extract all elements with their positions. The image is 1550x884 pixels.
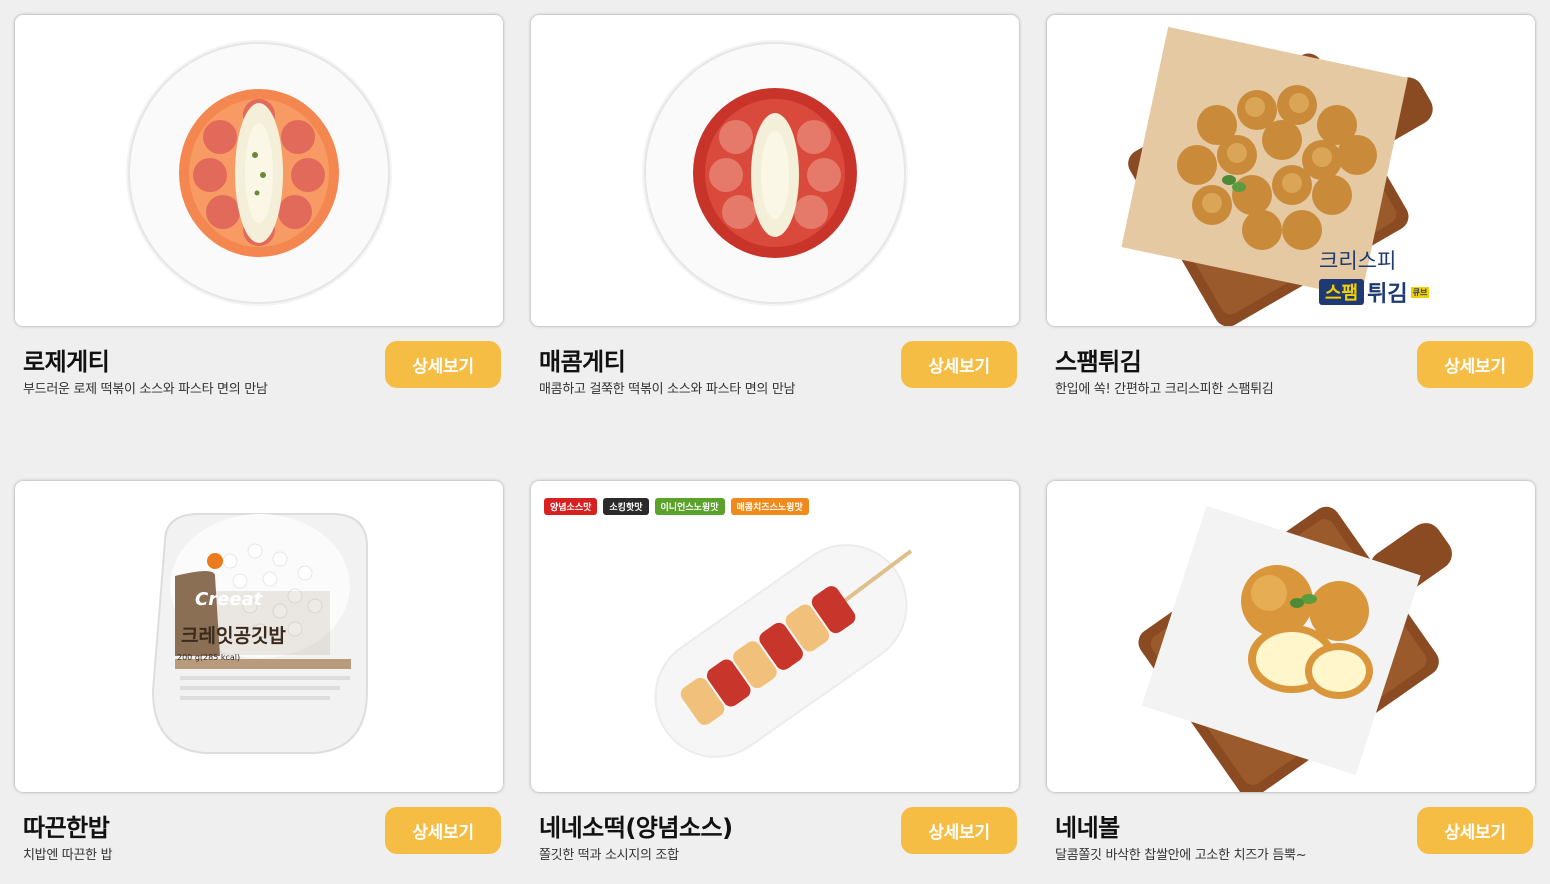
rice-package-weight: 200 g(285 kcal) [177,653,241,662]
details-button[interactable]: 상세보기 [901,807,1017,854]
flavor-tags: 양념소스맛 소킹핫맛 이니언스노윙맛 매콤치즈스노윙맛 [544,498,809,515]
product-description: 한입에 쏙! 간편하고 크리스피한 스팸튀김 [1055,382,1274,397]
product-card-warm-rice: Creeat 크레잇공깃밥 200 g(285 kcal) 따끈한밥 치밥엔 따… [15,481,503,866]
product-image-rose-getti[interactable] [15,15,503,326]
spam-fries-brand-logo: 크리스피 스팸 튀김 큐브 [1319,249,1430,307]
product-name: 로제게티 [23,348,110,376]
details-button[interactable]: 상세보기 [1417,807,1533,854]
product-card-nene-sotteok: 양념소스맛 소킹핫맛 이니언스노윙맛 매콤치즈스노윙맛 네네소떡(양념소스) 쫄… [531,481,1019,866]
product-card-nene-ball: 네네볼 달콤쫄깃 바삭한 찹쌀안에 고소한 치즈가 듬뿍~ 상세보기 [1047,481,1535,866]
product-grid: 로제게티 부드러운 로제 떡볶이 소스와 파스타 면의 만남 상세보기 매콤게티… [0,0,1550,884]
product-name: 네네소떡(양념소스) [539,814,733,842]
product-name: 네네볼 [1055,814,1120,842]
product-image-nene-ball[interactable] [1047,481,1535,792]
product-description: 달콤쫄깃 바삭한 찹쌀안에 고소한 치즈가 듬뿍~ [1055,848,1307,863]
details-button[interactable]: 상세보기 [901,341,1017,388]
product-image-nene-sotteok[interactable]: 양념소스맛 소킹핫맛 이니언스노윙맛 매콤치즈스노윙맛 [531,481,1019,792]
flavor-tag: 양념소스맛 [544,498,598,515]
details-button[interactable]: 상세보기 [1417,341,1533,388]
product-card-spam-fries: 크리스피 스팸 튀김 큐브 스팸튀김 한입에 쏙! 간편하고 크리스피한 스팸튀… [1047,15,1535,400]
product-card-maekom-getti: 매콤게티 매콤하고 걸쭉한 떡볶이 소스와 파스타 면의 만남 상세보기 [531,15,1019,400]
product-image-spam-fries[interactable]: 크리스피 스팸 튀김 큐브 [1047,15,1535,326]
flavor-tag: 소킹핫맛 [603,498,649,515]
rice-package-name: 크레잇공깃밥 [181,625,286,647]
flavor-tag: 이니언스노윙맛 [654,498,725,515]
product-image-maekom-getti[interactable] [531,15,1019,326]
details-button[interactable]: 상세보기 [385,807,501,854]
product-card-rose-getti: 로제게티 부드러운 로제 떡볶이 소스와 파스타 면의 만남 상세보기 [15,15,503,400]
product-description: 부드러운 로제 떡볶이 소스와 파스타 면의 만남 [23,382,268,397]
product-description: 치밥엔 따끈한 밥 [23,848,113,863]
flavor-tag: 매콤치즈스노윙맛 [730,498,809,515]
product-name: 따끈한밥 [23,814,110,842]
rice-package-label: Creeat [195,589,263,610]
product-name: 매콤게티 [539,348,626,376]
product-description: 매콤하고 걸쭉한 떡볶이 소스와 파스타 면의 만남 [539,382,796,397]
product-image-warm-rice[interactable]: Creeat 크레잇공깃밥 200 g(285 kcal) [15,481,503,792]
product-name: 스팸튀김 [1055,348,1142,376]
product-description: 쫄깃한 떡과 소시지의 조합 [539,848,679,863]
details-button[interactable]: 상세보기 [385,341,501,388]
